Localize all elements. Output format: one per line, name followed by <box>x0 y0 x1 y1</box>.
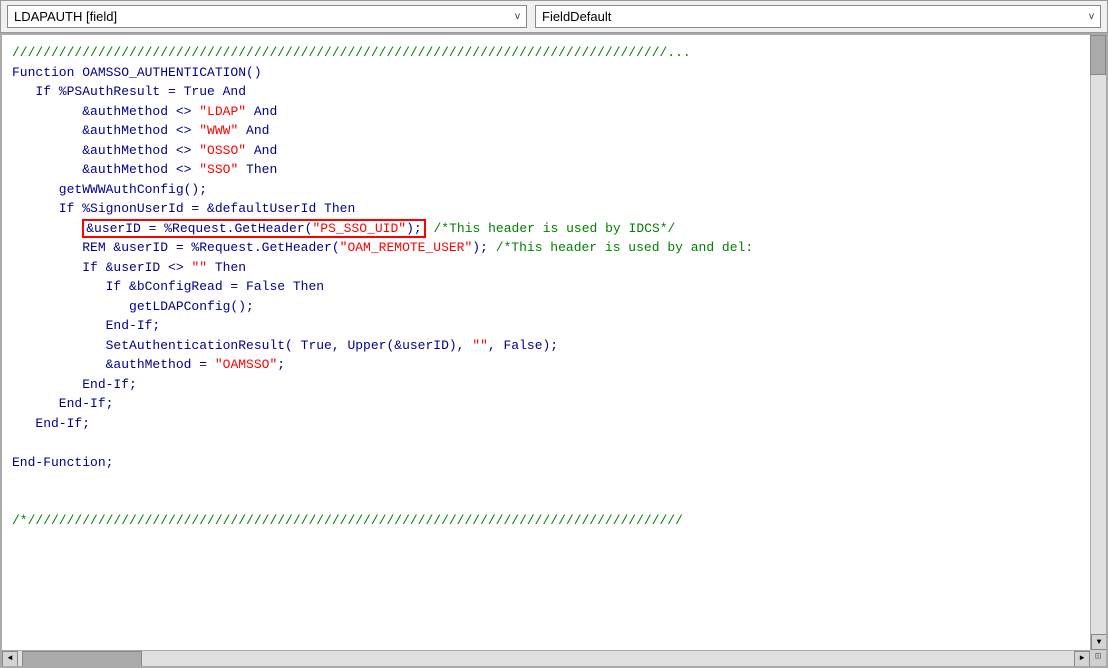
code-line-6: &authMethod <> "OSSO" And <box>12 141 1088 161</box>
vertical-scrollbar[interactable]: ▲ ▼ <box>1090 35 1106 650</box>
horizontal-scrollbar[interactable]: ◄ ► <box>2 650 1090 666</box>
code-line-21 <box>12 433 1088 453</box>
code-line-7: &authMethod <> "SSO" Then <box>12 160 1088 180</box>
code-line-17: &authMethod = "OAMSSO"; <box>12 355 1088 375</box>
code-line-18: End-If; <box>12 375 1088 395</box>
scroll-right-button[interactable]: ► <box>1074 651 1090 667</box>
code-line-13: If &bConfigRead = False Then <box>12 277 1088 297</box>
code-line-25: /*//////////////////////////////////////… <box>12 511 1088 531</box>
code-line-15: End-If; <box>12 316 1088 336</box>
toolbar: LDAPAUTH [field] v FieldDefault v <box>0 0 1108 33</box>
code-line-9: If %SignonUserId = &defaultUserId Then <box>12 199 1088 219</box>
code-line-16: SetAuthenticationResult( True, Upper(&us… <box>12 336 1088 356</box>
scroll-left-button[interactable]: ◄ <box>2 651 18 667</box>
code-line-5: &authMethod <> "WWW" And <box>12 121 1088 141</box>
fielddefault-dropdown-arrow: v <box>1089 11 1094 22</box>
code-line-12: If &userID <> "" Then <box>12 258 1088 278</box>
code-line-4: &authMethod <> "LDAP" And <box>12 102 1088 122</box>
field-dropdown-arrow: v <box>515 11 520 22</box>
code-line-2: Function OAMSSO_AUTHENTICATION() <box>12 63 1088 83</box>
code-editor: ////////////////////////////////////////… <box>0 33 1108 668</box>
code-line-10: &userID = %Request.GetHeader("PS_SSO_UID… <box>12 219 1088 239</box>
highlighted-code: &userID = %Request.GetHeader("PS_SSO_UID… <box>82 219 425 238</box>
code-line-11: REM &userID = %Request.GetHeader("OAM_RE… <box>12 238 1088 258</box>
code-line-24 <box>12 492 1088 512</box>
scroll-thumb-h[interactable] <box>22 651 142 667</box>
field-dropdown[interactable]: LDAPAUTH [field] v <box>7 5 527 28</box>
code-content[interactable]: ////////////////////////////////////////… <box>2 35 1106 666</box>
code-line-23 <box>12 472 1088 492</box>
fielddefault-dropdown[interactable]: FieldDefault v <box>535 5 1101 28</box>
code-line-20: End-If; <box>12 414 1088 434</box>
scroll-thumb-v[interactable] <box>1090 35 1106 75</box>
scroll-down-button[interactable]: ▼ <box>1091 634 1106 650</box>
resize-icon: ⊡ <box>1090 650 1106 666</box>
code-line-19: End-If; <box>12 394 1088 414</box>
code-line-1: ////////////////////////////////////////… <box>12 43 1088 63</box>
scrollbar-corner: ⊡ <box>1090 650 1106 666</box>
code-line-22: End-Function; <box>12 453 1088 473</box>
code-line-8: getWWWAuthConfig(); <box>12 180 1088 200</box>
field-dropdown-label: LDAPAUTH [field] <box>14 9 117 24</box>
code-line-3: If %PSAuthResult = True And <box>12 82 1088 102</box>
code-line-14: getLDAPConfig(); <box>12 297 1088 317</box>
fielddefault-dropdown-label: FieldDefault <box>542 9 611 24</box>
